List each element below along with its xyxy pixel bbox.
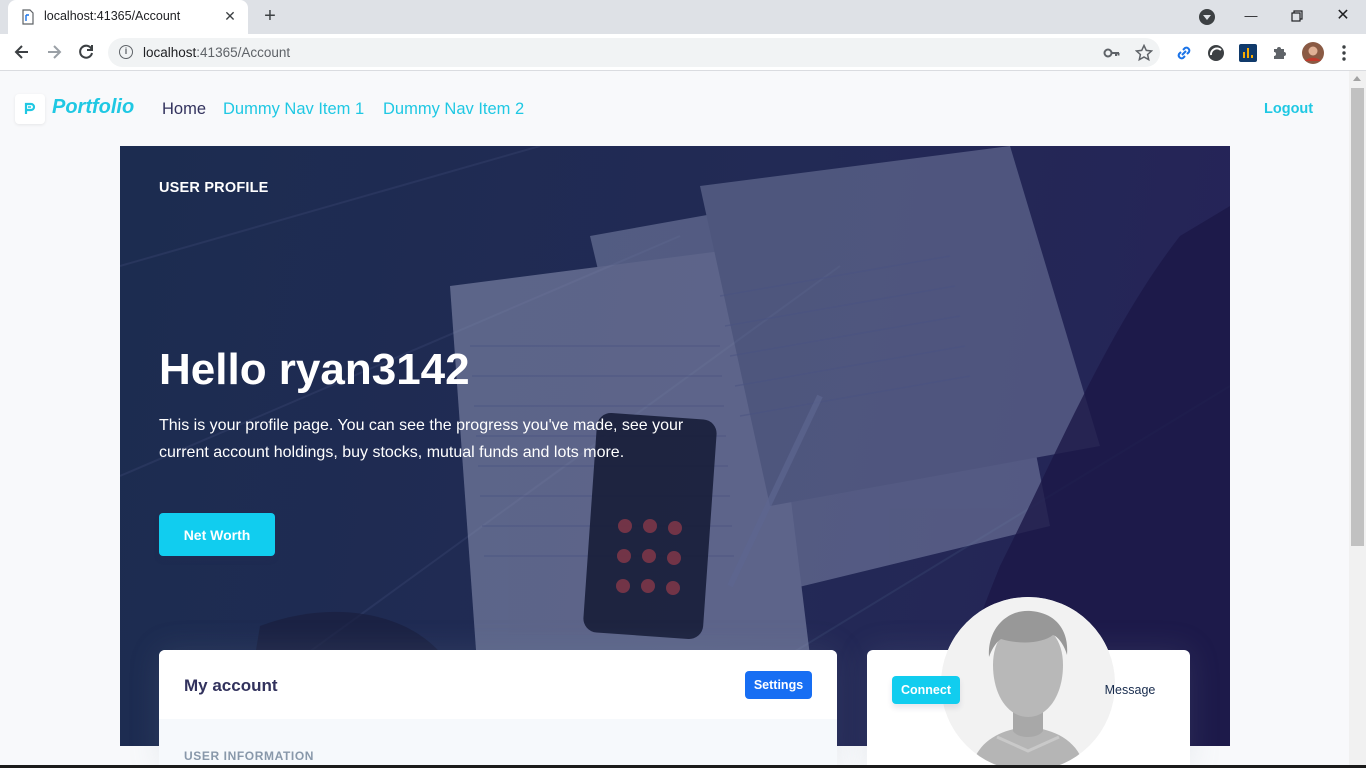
page-scrollbar[interactable] <box>1349 71 1366 768</box>
address-bar[interactable]: i localhost:41365/Account <box>108 38 1160 67</box>
link-icon[interactable] <box>1174 43 1194 63</box>
brand-logo[interactable] <box>15 94 45 124</box>
url-text[interactable]: localhost:41365/Account <box>143 45 290 60</box>
tab-search-icon[interactable] <box>1199 9 1215 25</box>
my-account-card: My account Settings USER INFORMATION <box>159 650 837 768</box>
page-title: Hello ryan3142 <box>159 345 470 394</box>
tab-strip: localhost:41365/Account ✕ + — ✕ <box>0 0 1366 34</box>
user-information-heading: USER INFORMATION <box>184 749 315 763</box>
more-icon[interactable] <box>1334 43 1354 63</box>
card-body: USER INFORMATION <box>159 719 837 768</box>
brand-logo-icon <box>24 102 36 114</box>
brand-name[interactable]: Portfolio <box>52 96 134 119</box>
net-worth-button[interactable]: Net Worth <box>159 513 275 556</box>
nav-dummy-item-2[interactable]: Dummy Nav Item 2 <box>383 100 524 119</box>
plus-icon[interactable]: + <box>260 6 280 26</box>
settings-button[interactable]: Settings <box>745 671 812 699</box>
card-title: My account <box>184 676 278 695</box>
avatar[interactable] <box>941 597 1115 768</box>
nav-dummy-item-1[interactable]: Dummy Nav Item 1 <box>223 100 364 119</box>
restore-icon[interactable] <box>1283 4 1311 28</box>
chart-extension-icon[interactable] <box>1238 43 1258 63</box>
window-close-icon[interactable]: ✕ <box>1329 4 1357 28</box>
page-icon <box>22 9 34 25</box>
user-silhouette-icon <box>941 597 1115 768</box>
star-icon[interactable] <box>1135 44 1153 62</box>
key-icon[interactable] <box>1103 44 1121 62</box>
avatar-icon[interactable] <box>1302 42 1324 64</box>
connect-button[interactable]: Connect <box>892 676 960 704</box>
tab-title: localhost:41365/Account <box>44 9 181 23</box>
browser-toolbar: i localhost:41365/Account <box>0 34 1366 71</box>
message-button[interactable]: Message <box>1096 680 1164 700</box>
nav-home[interactable]: Home <box>162 100 206 119</box>
back-icon[interactable] <box>12 42 32 62</box>
logout-link[interactable]: Logout <box>1264 101 1313 117</box>
card-header: My account Settings <box>159 650 837 719</box>
reload-icon[interactable] <box>76 42 96 62</box>
extension-icon[interactable] <box>1206 43 1226 63</box>
hero-description: This is your profile page. You can see t… <box>159 417 684 461</box>
close-icon[interactable]: ✕ <box>222 8 238 24</box>
scroll-thumb[interactable] <box>1351 88 1364 546</box>
forward-icon[interactable] <box>44 42 64 62</box>
hero-kicker: USER PROFILE <box>159 180 269 196</box>
minimize-icon[interactable]: — <box>1237 4 1265 28</box>
browser-tab[interactable]: localhost:41365/Account ✕ <box>8 0 248 34</box>
info-icon[interactable]: i <box>119 45 133 59</box>
puzzle-icon[interactable] <box>1270 43 1290 63</box>
scroll-up-arrow-icon[interactable] <box>1353 76 1361 81</box>
